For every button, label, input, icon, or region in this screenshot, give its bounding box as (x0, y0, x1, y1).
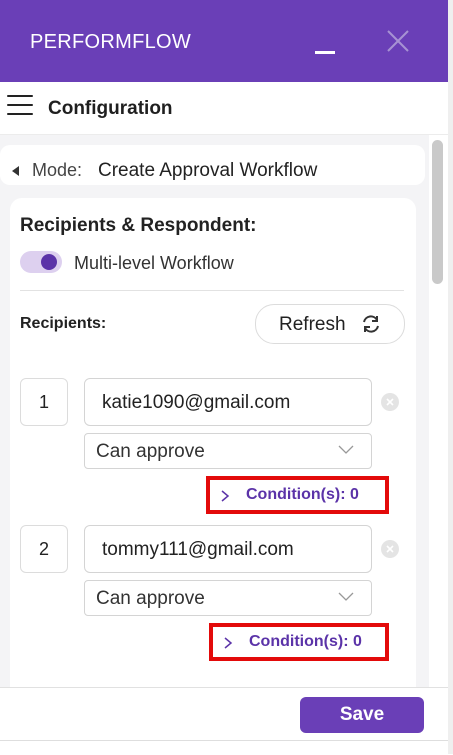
menu-icon[interactable] (7, 94, 35, 118)
toggle-label: Multi-level Workflow (74, 253, 234, 273)
email-value: tommy111@gmail.com (102, 539, 294, 560)
permission-value: Can approve (96, 588, 205, 609)
save-button[interactable]: Save (300, 697, 424, 733)
toggle-knob (41, 254, 57, 270)
conditions-button[interactable]: Condition(s): 0 (206, 476, 389, 514)
minimize-button[interactable] (312, 30, 340, 58)
recipient-number: 2 (20, 525, 68, 573)
conditions-label: Condition(s): 0 (249, 633, 362, 650)
chevron-down-icon (338, 592, 354, 601)
chevron-right-icon (221, 490, 230, 502)
refresh-button[interactable]: Refresh (255, 304, 405, 344)
close-button[interactable] (383, 26, 413, 56)
email-field[interactable]: tommy111@gmail.com (84, 525, 372, 573)
app-title: PERFORMFLOW (30, 31, 192, 53)
minimize-icon (315, 51, 335, 54)
permission-value: Can approve (96, 441, 205, 462)
email-field[interactable]: katie1090@gmail.com (84, 378, 372, 426)
chevron-right-icon (224, 637, 233, 649)
clear-icon (386, 398, 394, 406)
permission-select[interactable]: Can approve (84, 580, 372, 616)
mode-value: Create Approval Workflow (98, 160, 318, 181)
conditions-button[interactable]: Condition(s): 0 (209, 623, 389, 661)
refresh-icon (363, 315, 379, 333)
recipient-number: 1 (20, 378, 68, 426)
email-value: katie1090@gmail.com (102, 392, 291, 413)
mode-label: Mode: (32, 160, 83, 180)
bottom-divider (0, 740, 448, 741)
conditions-label: Condition(s): 0 (246, 486, 359, 503)
clear-email-button[interactable] (381, 540, 399, 558)
caret-left-icon[interactable] (12, 166, 19, 176)
permission-select[interactable]: Can approve (84, 433, 372, 469)
mode-card: Mode: Create Approval Workflow (0, 145, 425, 185)
recipients-label: Recipients: (20, 315, 107, 332)
section-title: Recipients & Respondent: (20, 215, 257, 236)
scrollbar-thumb[interactable] (432, 140, 443, 284)
chevron-down-icon (338, 445, 354, 454)
close-icon (387, 30, 409, 52)
multi-level-toggle[interactable] (20, 251, 62, 273)
clear-icon (386, 545, 394, 553)
content-area: Mode: Create Approval Workflow Recipient… (0, 135, 429, 687)
window-edge (448, 0, 453, 754)
divider (20, 290, 404, 291)
recipients-panel: Recipients & Respondent: Multi-level Wor… (10, 198, 416, 687)
clear-email-button[interactable] (381, 393, 399, 411)
refresh-label: Refresh (279, 314, 346, 335)
page-title: Configuration (48, 98, 173, 119)
